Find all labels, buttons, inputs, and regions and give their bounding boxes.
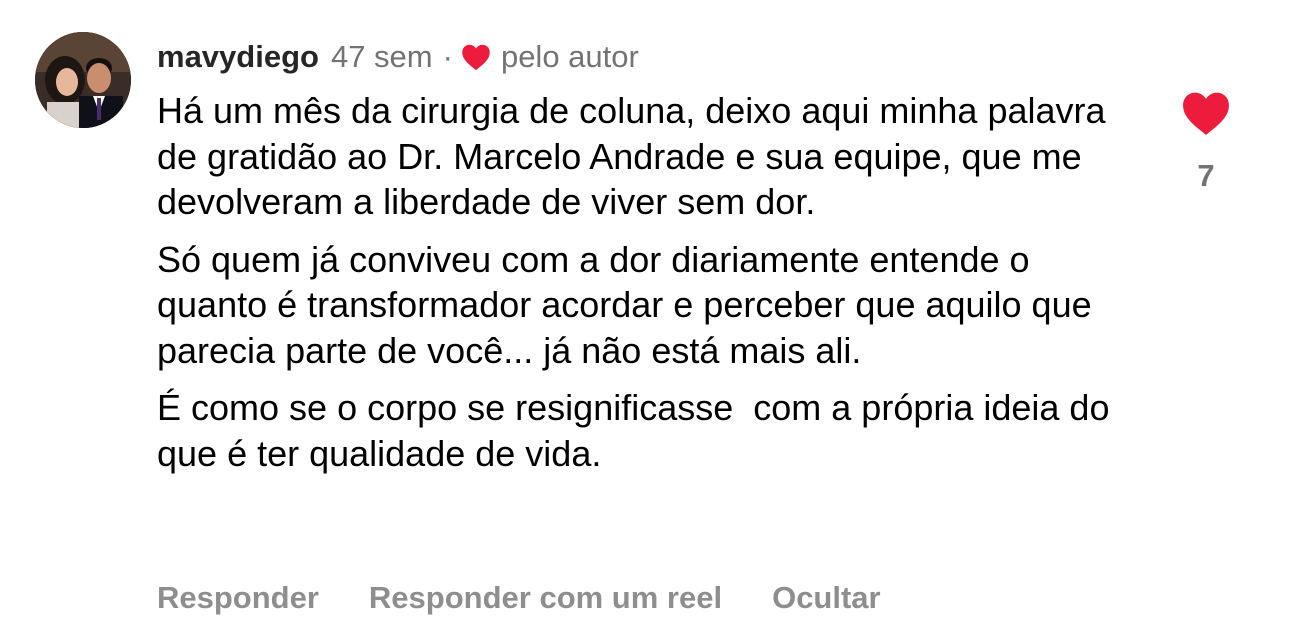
comment-paragraph: Há um mês da cirurgia de coluna, deixo a… bbox=[157, 90, 1116, 222]
comment-paragraph: Só quem já conviveu com a dor diariament… bbox=[157, 238, 1102, 371]
username[interactable]: mavydiego bbox=[157, 39, 319, 75]
reply-button[interactable]: Responder bbox=[157, 580, 319, 616]
timestamp: 47 sem bbox=[330, 39, 433, 74]
author-badge: pelo autor bbox=[500, 39, 639, 74]
hide-button[interactable]: Ocultar bbox=[772, 580, 881, 616]
avatar[interactable] bbox=[35, 32, 131, 128]
heart-filled-icon[interactable] bbox=[1181, 90, 1231, 136]
like-control: 7 bbox=[1180, 90, 1232, 194]
comment: mavydiego 47 sem · pelo autor Há um mês … bbox=[0, 0, 1290, 640]
avatar-photo bbox=[35, 32, 131, 128]
separator: · bbox=[442, 39, 453, 74]
comment-actions: Responder Responder com um reel Ocultar bbox=[157, 580, 881, 616]
reply-with-reel-button[interactable]: Responder com um reel bbox=[369, 580, 722, 616]
like-count: 7 bbox=[1197, 158, 1215, 193]
author-heart-icon bbox=[462, 44, 490, 71]
comment-header: mavydiego 47 sem · pelo autor bbox=[157, 36, 639, 78]
comment-body: Há um mês da cirurgia de coluna, deixo a… bbox=[157, 88, 1137, 488]
comment-paragraph: É como se o corpo se resignificasse com … bbox=[157, 387, 1120, 474]
